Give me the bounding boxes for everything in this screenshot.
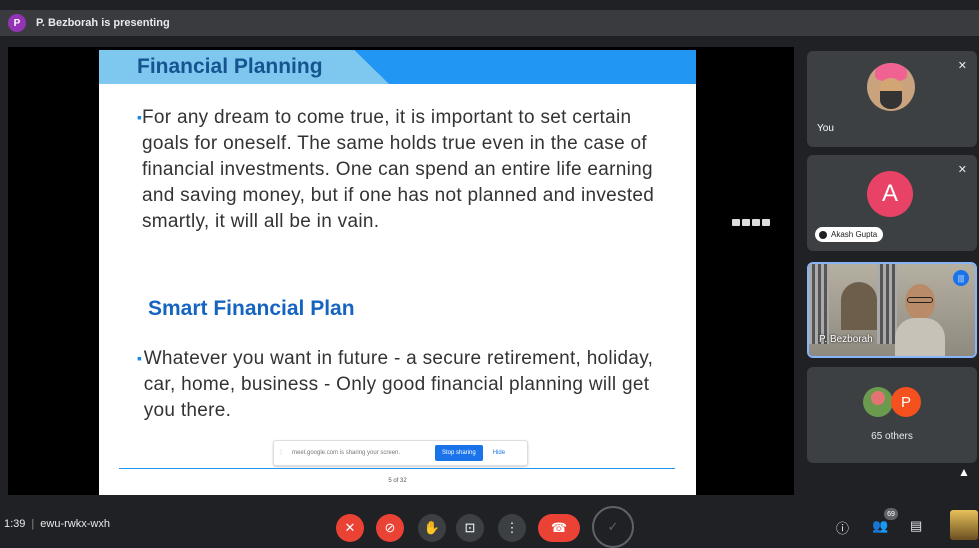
camera-icon[interactable] [732, 219, 740, 226]
slide-footer-line [119, 468, 675, 469]
chat-icon[interactable]: ▤ [910, 518, 922, 534]
presenter-avatar: P [8, 14, 26, 32]
info-icon[interactable]: ⓘ [836, 518, 849, 537]
speaking-indicator-icon: ||| [953, 270, 969, 286]
meeting-code: ewu-rwkx-wxh [40, 518, 110, 530]
hangup-icon: ☎ [550, 520, 568, 535]
more-vert-icon: ⋮ [505, 520, 519, 535]
more-options-button[interactable]: ⋮ [498, 514, 526, 542]
leave-call-button[interactable]: ☎ [538, 514, 580, 542]
check-icon: ✓ [607, 519, 619, 534]
mic-off-icon: ✕ [957, 60, 967, 72]
stop-sharing-button[interactable]: Stop sharing [435, 445, 483, 461]
slide-bullet-2: ▪ Whatever you want in future - a secure… [137, 346, 677, 424]
slide-mini-toolbar[interactable] [732, 219, 770, 226]
participant-tile-akash[interactable]: A ✕ Akash Gupta [807, 155, 977, 251]
name-chip: Akash Gupta [815, 227, 884, 242]
person-icon [819, 230, 827, 239]
participant-tile-you[interactable]: ✕ You [807, 51, 977, 147]
mic-toggle-button[interactable]: ✕ [336, 514, 364, 542]
presenting-banner: P P. Bezborah is presenting [0, 10, 979, 36]
shared-slide: Financial Planning ▪ For any dream to co… [99, 50, 696, 495]
meeting-info-separator: | [31, 518, 35, 530]
slide-title: Financial Planning [137, 55, 323, 78]
meeting-info: 1:39 | ewu-rwkx-wxh [4, 518, 110, 530]
screen-share-bar: ⁞ meet.google.com is sharing your screen… [273, 440, 528, 466]
slide-paragraph-1: For any dream to come true, it is import… [141, 107, 655, 232]
slide-header-band: Financial Planning [99, 50, 696, 84]
participant-tile-presenter[interactable]: ||| P. Bezborah [807, 262, 977, 358]
meeting-controls-bar: 1:39 | ewu-rwkx-wxh ✕ ⊘ ✋ ⊡ ⋮ ☎ ✓ ⓘ 69 👥… [0, 506, 979, 548]
slide-paragraph-2: Whatever you want in future - a secure r… [143, 348, 654, 421]
avatar: A [867, 171, 913, 217]
self-view-thumbnail [950, 510, 978, 540]
present-now-button[interactable]: ⊡ [456, 514, 484, 542]
raise-hand-button[interactable]: ✋ [418, 514, 446, 542]
participant-name: Akash Gupta [831, 230, 878, 239]
camera-off-icon: ⊘ [384, 520, 396, 535]
participant-tile-others[interactable]: P 65 others [807, 367, 977, 463]
hand-icon: ✋ [423, 520, 441, 535]
bullet-icon: ▪ [137, 350, 142, 366]
check-button[interactable]: ✓ [592, 506, 634, 548]
presenting-label: P. Bezborah is presenting [36, 17, 170, 29]
camera-toggle-button[interactable]: ⊘ [376, 514, 404, 542]
settings-icon[interactable] [762, 219, 770, 226]
others-count-label: 65 others [871, 431, 913, 442]
share-message: meet.google.com is sharing your screen. [292, 450, 401, 456]
participant-name: You [817, 123, 834, 134]
hide-button[interactable]: Hide [493, 450, 505, 456]
avatar [867, 63, 915, 111]
mouse-cursor-icon: ▲ [958, 465, 970, 479]
video-icon[interactable] [742, 219, 750, 226]
mic-off-icon: ✕ [957, 164, 967, 176]
drag-handle-icon[interactable]: ⁞ [280, 450, 286, 457]
layout-icon[interactable] [752, 219, 760, 226]
slide-bullet-1: ▪ For any dream to come true, it is impo… [137, 105, 677, 235]
meeting-time: 1:39 [4, 518, 26, 530]
present-icon: ⊡ [464, 520, 476, 535]
avatar: P [891, 387, 921, 417]
slide-page-number: 5 of 32 [388, 478, 407, 484]
participant-name: P. Bezborah [819, 334, 873, 345]
avatar [863, 387, 893, 417]
people-icon[interactable]: 👥 [872, 518, 888, 534]
slide-subheading: Smart Financial Plan [148, 297, 355, 320]
mic-off-icon: ✕ [344, 520, 356, 535]
